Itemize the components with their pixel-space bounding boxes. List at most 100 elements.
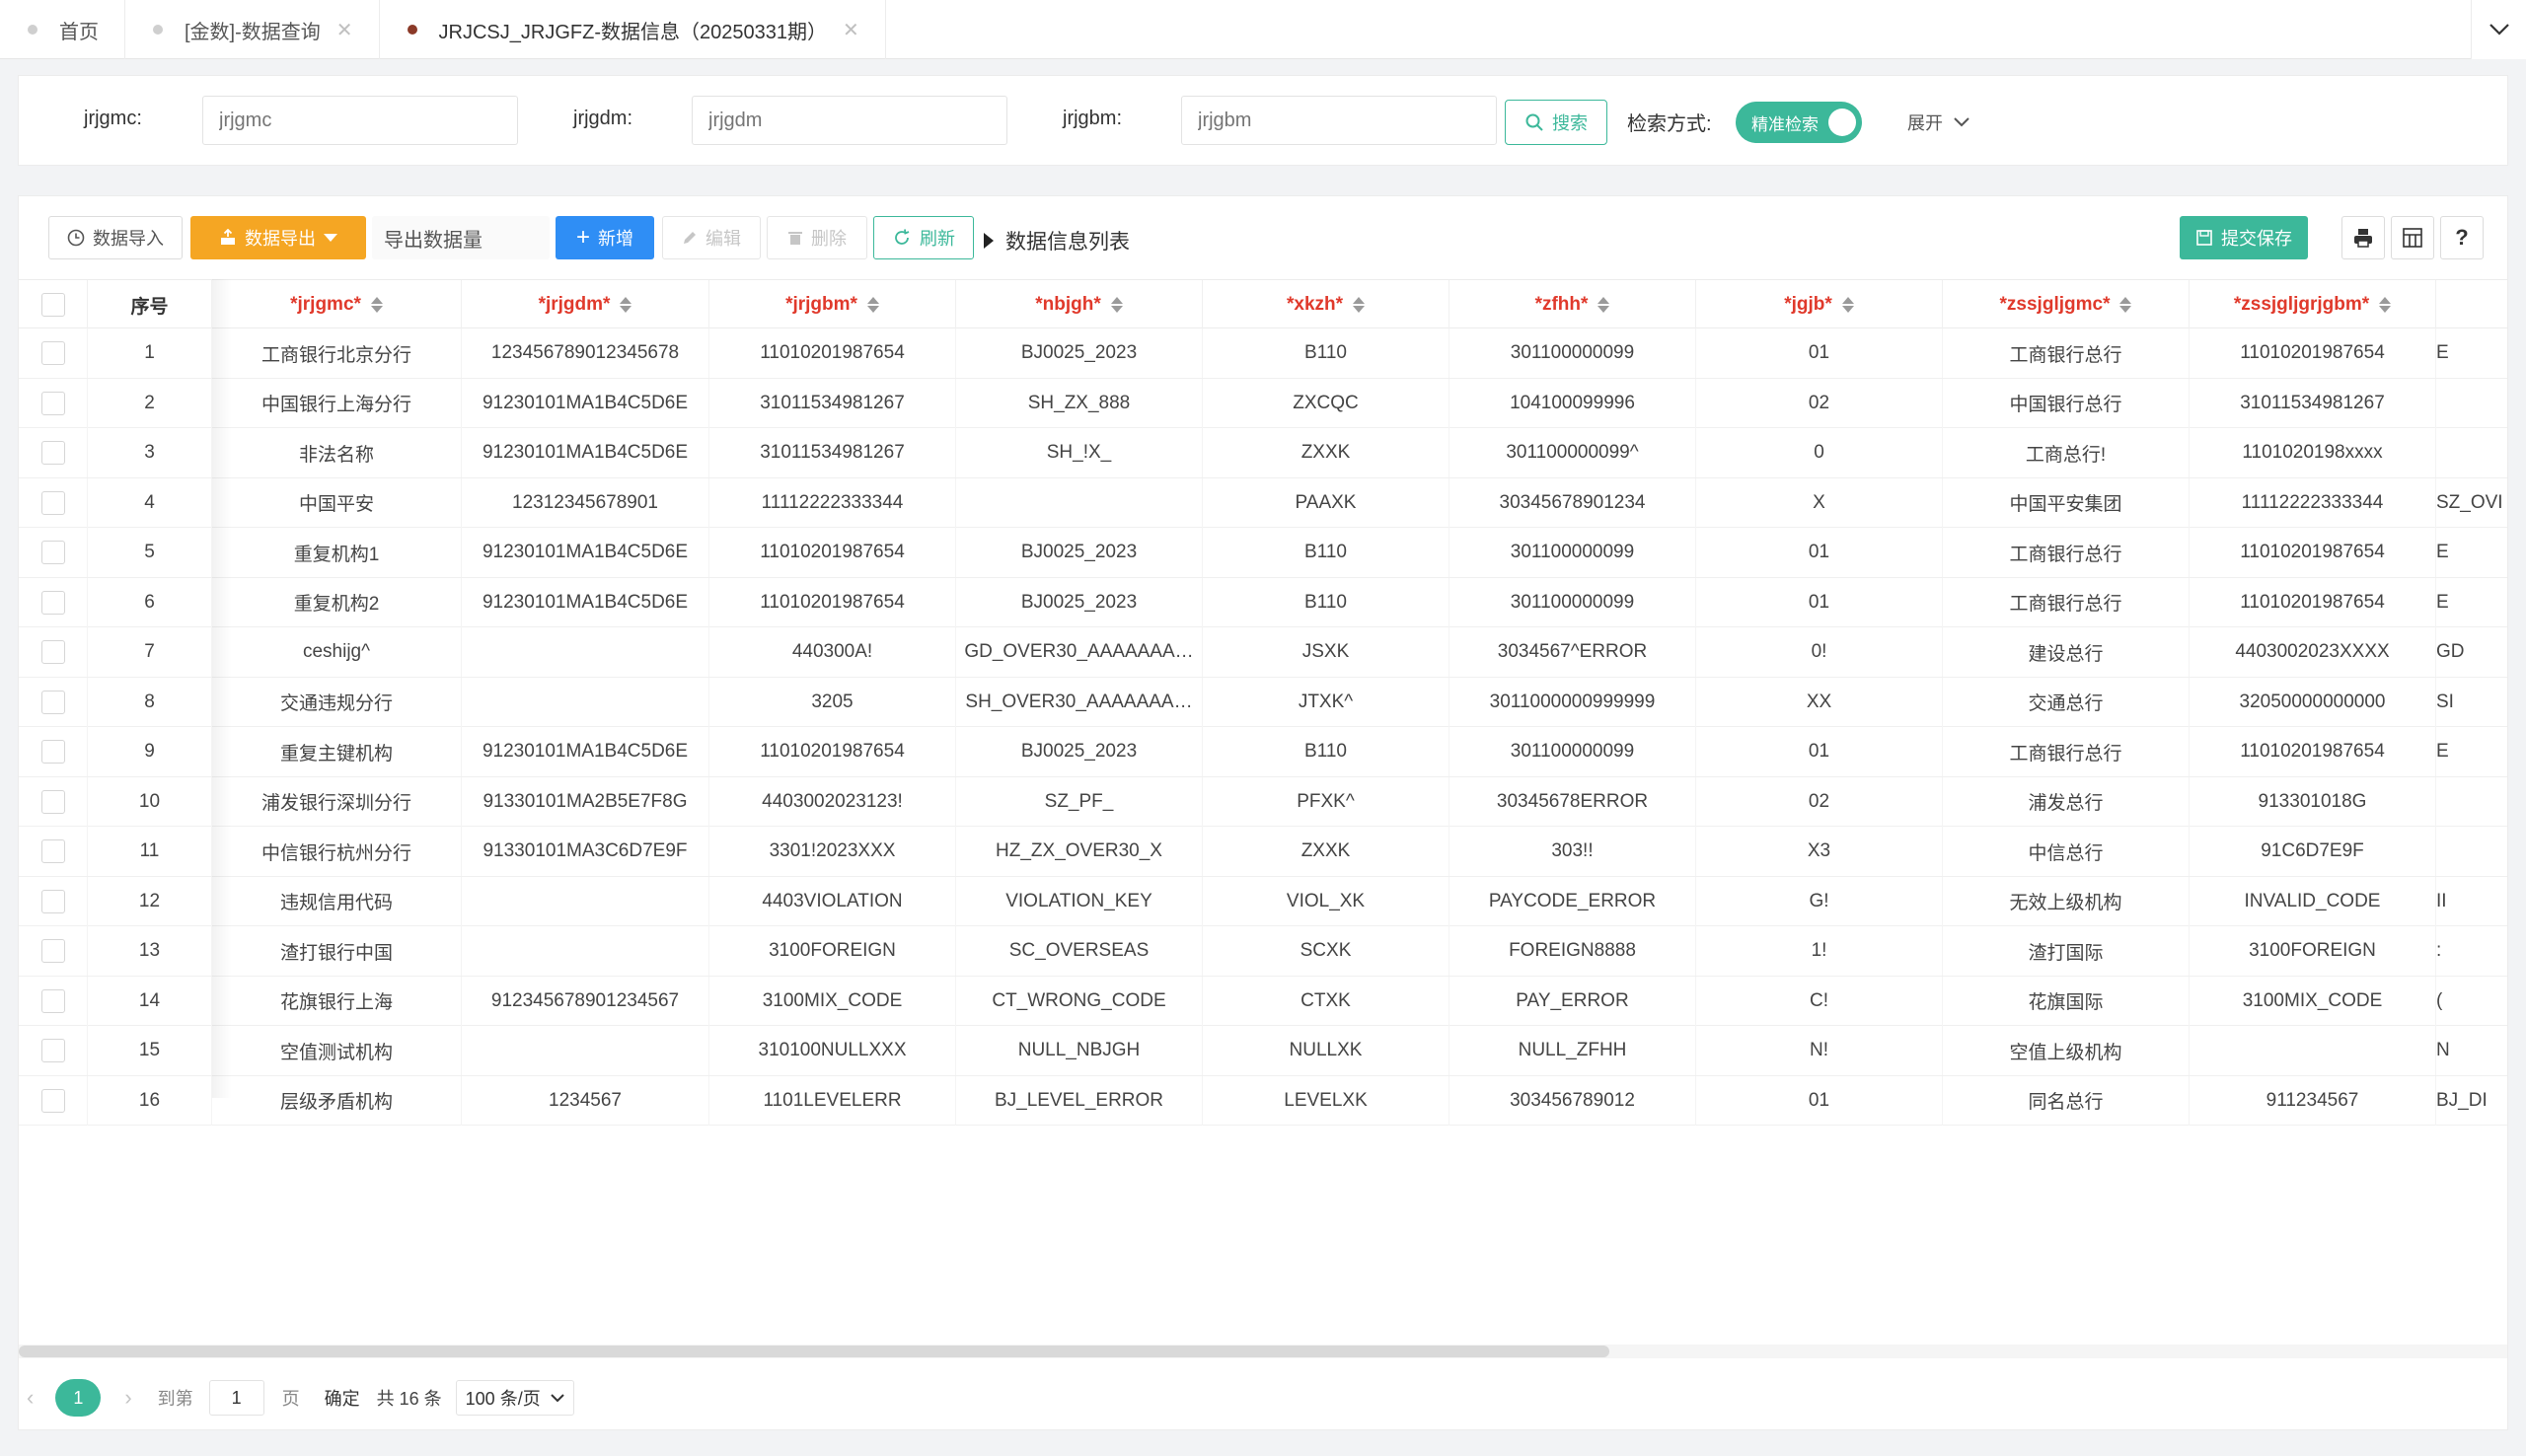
refresh-button[interactable]: 刷新 <box>873 216 974 259</box>
row-checkbox[interactable] <box>40 939 65 963</box>
precise-search-toggle[interactable]: 精准检索 <box>1736 102 1862 143</box>
table-row[interactable]: 16 层级矛盾机构 1234567 1101LEVELERR BJ_LEVEL_ERRO… <box>19 1075 2507 1126</box>
cell-zfhh: 303456789012 <box>1449 1075 1696 1126</box>
col-header-zssjgljgmc[interactable]: *zssjgljgmc* <box>1943 280 2190 329</box>
col-header-jrjgdm[interactable]: *jrjgdm* <box>462 280 709 329</box>
page-size-select[interactable]: 100 条/页 <box>455 1380 574 1416</box>
jrjgbm-input[interactable] <box>1181 96 1497 145</box>
col-header-jrjgmc[interactable]: *jrjgmc* <box>212 280 462 329</box>
row-checkbox[interactable] <box>40 490 65 515</box>
row-checkbox[interactable] <box>40 341 65 365</box>
sort-icon[interactable] <box>370 297 383 313</box>
close-icon[interactable]: ✕ <box>843 18 859 42</box>
close-icon[interactable]: ✕ <box>336 18 353 42</box>
table-row[interactable]: 8 交通违规分行 3205 SH_OVER30_AAAAAAA… JTXK^ 301100… <box>19 677 2507 727</box>
row-select-cell <box>19 876 88 926</box>
sort-icon[interactable] <box>866 297 879 313</box>
sort-icon[interactable] <box>1353 297 1366 313</box>
sort-icon[interactable] <box>2119 297 2132 313</box>
cell-jrjgdm <box>462 627 709 677</box>
sort-icon[interactable] <box>1110 297 1123 313</box>
cell-jgjb: N! <box>1696 1026 1943 1075</box>
print-button[interactable] <box>2341 216 2385 259</box>
tab-more-button[interactable] <box>2471 0 2526 59</box>
table-row[interactable]: 14 花旗银行上海 912345678901234567 3100MIX_CODE CT… <box>19 976 2507 1026</box>
row-checkbox[interactable] <box>40 690 65 714</box>
prev-page-icon[interactable]: ‹ <box>27 1385 34 1411</box>
col-header-zfhh[interactable]: *zfhh* <box>1449 280 1696 329</box>
cell-nbjgh: BJ_LEVEL_ERROR <box>956 1075 1203 1126</box>
cell-jrjgdm: 91330101MA2B5E7F8G <box>462 776 709 827</box>
row-checkbox[interactable] <box>40 640 65 664</box>
col-header-nbjgh[interactable]: *nbjgh* <box>956 280 1203 329</box>
col-header-xkzh[interactable]: *xkzh* <box>1203 280 1449 329</box>
jrjgdm-input[interactable] <box>692 96 1007 145</box>
sort-icon[interactable] <box>1841 297 1854 313</box>
import-button[interactable]: 数据导入 <box>48 216 183 259</box>
table-row[interactable]: 3 非法名称 91230101MA1B4C5D6E 31011534981267 SH_… <box>19 428 2507 478</box>
next-page-icon[interactable]: › <box>124 1385 131 1411</box>
goto-page-input[interactable] <box>208 1380 264 1416</box>
row-checkbox[interactable] <box>40 740 65 764</box>
sort-icon[interactable] <box>1597 297 1610 313</box>
chevron-down-icon <box>550 1393 564 1402</box>
column-header-label: *jrjgmc* <box>290 294 361 315</box>
table-row[interactable]: 6 重复机构2 91230101MA1B4C5D6E 11010201987654 BJ… <box>19 577 2507 627</box>
row-checkbox[interactable] <box>40 441 65 465</box>
col-header-jgjb[interactable]: *jgjb* <box>1696 280 1943 329</box>
page-number-current[interactable]: 1 <box>55 1379 102 1417</box>
sort-icon[interactable] <box>2379 297 2392 313</box>
table-row[interactable]: 15 空值测试机构 310100NULLXXX NULL_NBJGH NULLXK NUL… <box>19 1026 2507 1076</box>
goto-confirm-button[interactable]: 确定 <box>313 1380 371 1416</box>
row-checkbox[interactable] <box>40 391 65 415</box>
row-checkbox[interactable] <box>40 590 65 615</box>
table-row[interactable]: 13 渣打银行中国 3100FOREIGN SC_OVERSEAS SCXK FOREIG… <box>19 926 2507 977</box>
table-row[interactable]: 4 中国平安 12312345678901 11112222333344 PAAXK 30… <box>19 477 2507 528</box>
row-checkbox[interactable] <box>40 1039 65 1062</box>
cell-nbjgh: BJ0025_2023 <box>956 528 1203 577</box>
table-row[interactable]: 1 工商银行北京分行 123456789012345678 1101020198765… <box>19 328 2507 379</box>
export-count-field[interactable]: 导出数据量 <box>372 216 550 259</box>
delete-button[interactable]: 删除 <box>767 216 867 259</box>
cell-jgjb: X <box>1696 477 1943 528</box>
horizontal-scrollbar[interactable] <box>19 1345 2507 1358</box>
table-row[interactable]: 5 重复机构1 91230101MA1B4C5D6E 11010201987654 BJ… <box>19 528 2507 578</box>
row-checkbox[interactable] <box>40 889 65 913</box>
add-button[interactable]: + 新增 <box>556 216 654 259</box>
row-checkbox[interactable] <box>40 988 65 1013</box>
select-all-checkbox[interactable] <box>40 293 65 317</box>
col-header-zssjgljgrjgbm[interactable]: *zssjgljgrjgbm* <box>2190 280 2436 329</box>
search-button[interactable]: 搜索 <box>1505 100 1607 145</box>
cell-jrjgdm: 91230101MA1B4C5D6E <box>462 428 709 477</box>
cell-xkzh: SCXK <box>1203 926 1449 976</box>
list-title: 数据信息列表 <box>984 226 1130 255</box>
row-checkbox[interactable] <box>40 541 65 564</box>
col-header-jrjgbm[interactable]: *jrjgbm* <box>709 280 956 329</box>
help-button[interactable]: ? <box>2440 216 2484 259</box>
cell-zfhh: 301100000099 <box>1449 727 1696 776</box>
tab-data-query[interactable]: [金数]-数据查询 ✕ <box>125 0 380 59</box>
column-header-label: *nbjgh* <box>1035 294 1101 315</box>
row-checkbox[interactable] <box>40 1088 65 1113</box>
table-row[interactable]: 2 中国银行上海分行 91230101MA1B4C5D6E 3101153498126… <box>19 378 2507 428</box>
column-settings-button[interactable] <box>2391 216 2434 259</box>
table-row[interactable]: 7 ceshijg^ 440300A! GD_OVER30_AAAAAAA… JSXK 3… <box>19 627 2507 678</box>
submit-save-button[interactable]: 提交保存 <box>2180 216 2308 259</box>
tab-home[interactable]: 首页 <box>0 0 125 59</box>
expand-button[interactable]: 展开 <box>1907 109 1970 135</box>
edit-button[interactable]: 编辑 <box>662 216 761 259</box>
cell-zfhh: 30345678ERROR <box>1449 776 1696 827</box>
row-checkbox[interactable] <box>40 839 65 863</box>
tab-data-info[interactable]: JRJCSJ_JRJGFZ-数据信息（20250331期） ✕ <box>380 0 886 59</box>
table-row[interactable]: 10 浦发银行深圳分行 91330101MA2B5E7F8G 440300202312… <box>19 776 2507 827</box>
jrjgmc-input[interactable] <box>202 96 518 145</box>
table-row[interactable]: 11 中信银行杭州分行 91330101MA3C6D7E9F 3301!2023XXX… <box>19 827 2507 877</box>
sort-icon[interactable] <box>620 297 632 313</box>
trash-icon <box>788 232 802 245</box>
table-row[interactable]: 12 违规信用代码 4403VIOLATION VIOLATION_KEY VIOL_X… <box>19 876 2507 926</box>
export-dropdown-button[interactable]: 数据导出 <box>190 216 366 259</box>
scrollbar-thumb[interactable] <box>19 1346 1609 1357</box>
table-row[interactable]: 9 重复主键机构 91230101MA1B4C5D6E 11010201987654 B… <box>19 727 2507 777</box>
col-header-zs[interactable]: *zs <box>2436 280 2507 329</box>
row-checkbox[interactable] <box>40 789 65 814</box>
